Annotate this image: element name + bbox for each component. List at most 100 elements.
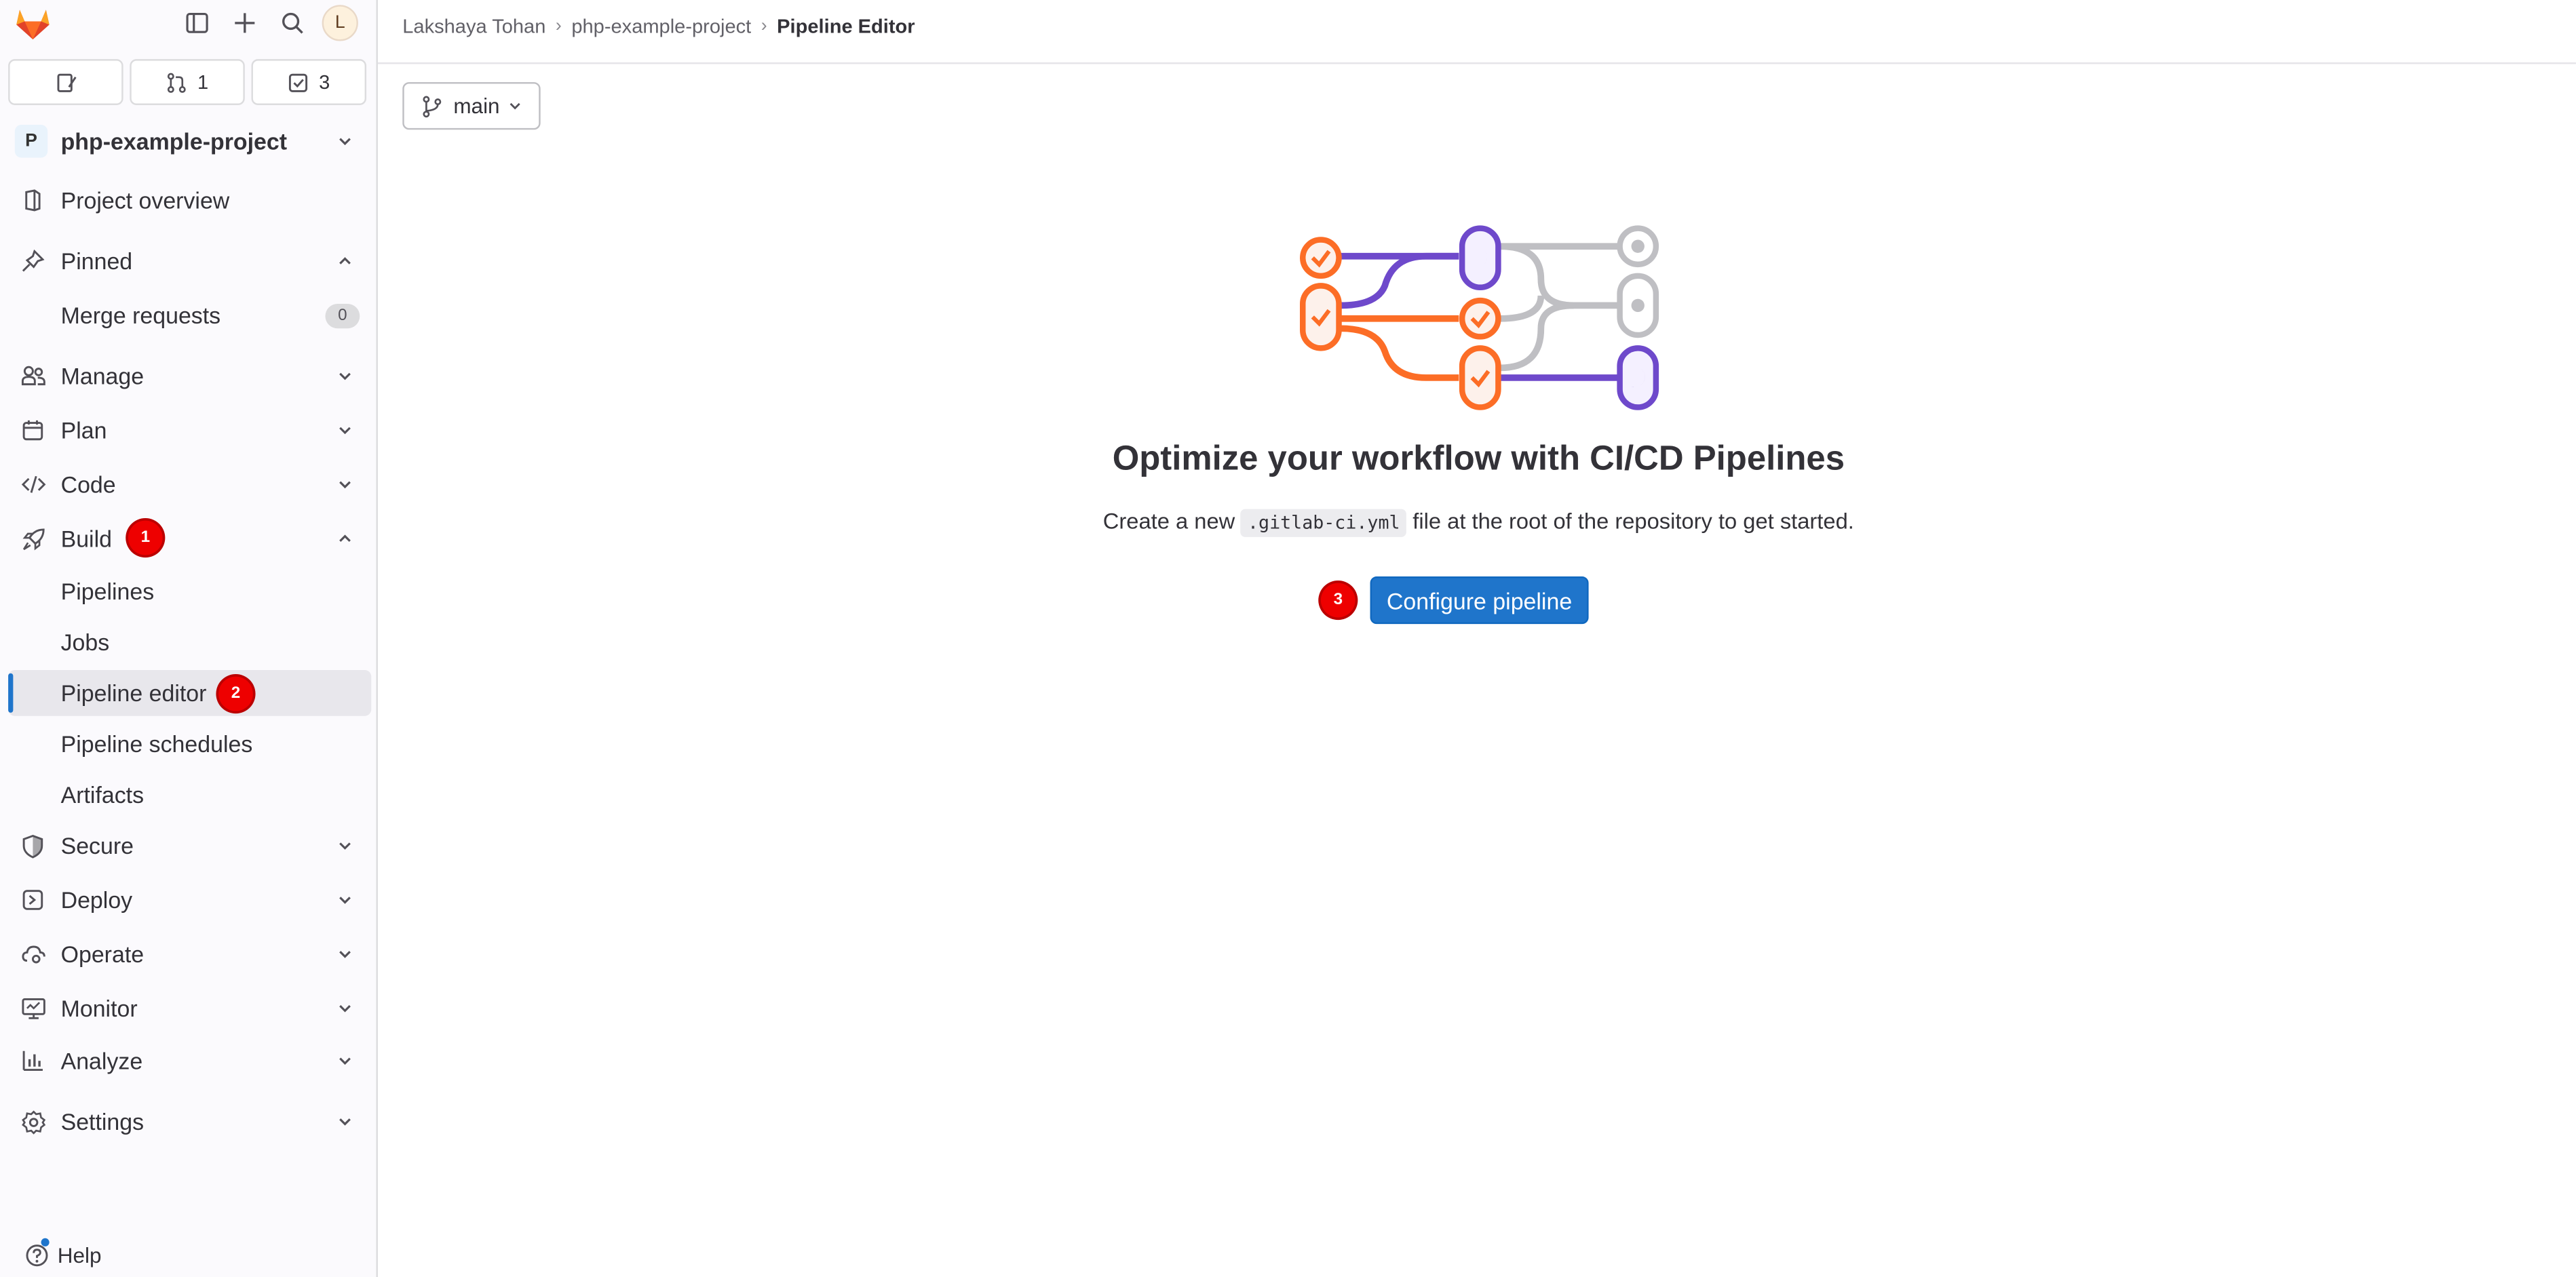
gear-icon (20, 1109, 46, 1135)
project-avatar: P (14, 125, 48, 158)
nav-label: Operate (60, 941, 145, 968)
nav-deploy[interactable]: Deploy (8, 877, 370, 923)
nav-label: Pipelines (60, 578, 155, 605)
nav-artifacts[interactable]: Artifacts (8, 772, 371, 818)
nav-label: Deploy (60, 886, 133, 913)
chevron-down-icon (339, 1118, 351, 1126)
nav-pipeline-schedules[interactable]: Pipeline schedules (8, 721, 371, 767)
nav-secure[interactable]: Secure (8, 823, 370, 869)
nav-label: Pipeline editor (60, 680, 207, 707)
breadcrumb-current[interactable]: Pipeline Editor (777, 15, 915, 38)
nav-jobs[interactable]: Jobs (8, 619, 371, 665)
nav-label: Monitor (60, 995, 138, 1022)
nav-label: Manage (60, 363, 145, 389)
gitlab-logo-icon[interactable] (12, 1, 54, 44)
project-switcher[interactable]: P php-example-project (8, 118, 370, 164)
step-badge-1: 1 (128, 520, 163, 555)
nav-label: Pipeline schedules (60, 730, 253, 758)
chevron-down-icon (339, 1005, 351, 1013)
header-divider (377, 62, 2576, 64)
nav-manage[interactable]: Manage (8, 353, 370, 399)
desc-text: Create a new (1102, 509, 1242, 534)
branch-icon (423, 95, 442, 117)
nav-code[interactable]: Code (8, 461, 370, 507)
bar-chart-icon (20, 1048, 46, 1074)
nav-label: Code (60, 471, 116, 498)
issues-button[interactable] (8, 59, 123, 105)
chevron-down-icon (339, 427, 351, 435)
nav-label: Analyze (60, 1047, 143, 1074)
counts-bar: 1 3 (8, 59, 366, 105)
deploy-icon (20, 887, 46, 913)
nav-pinned[interactable]: Pinned (8, 238, 370, 284)
shield-icon (20, 833, 46, 859)
nav-plan[interactable]: Plan (8, 408, 370, 454)
nav-label: Secure (60, 832, 134, 859)
cloud-gear-icon (20, 941, 46, 968)
branch-label: main (453, 94, 500, 119)
project-icon (20, 187, 46, 214)
merge-requests-button[interactable]: 1 (130, 59, 245, 105)
step-badge-2: 2 (218, 676, 253, 711)
chevron-down-icon (510, 102, 521, 110)
branch-selector[interactable]: main (402, 82, 541, 130)
help-label: Help (57, 1242, 102, 1268)
project-name: php-example-project (60, 127, 288, 155)
search-icon[interactable] (277, 8, 307, 38)
breadcrumb-separator-icon: › (555, 16, 562, 37)
todos-count: 3 (319, 71, 330, 94)
gitlab-ci-filename: .gitlab-ci.yml (1241, 509, 1407, 537)
rocket-icon (20, 526, 46, 552)
nav-pipeline-editor[interactable]: Pipeline editor (8, 669, 372, 716)
chevron-down-icon (339, 1057, 351, 1065)
breadcrumb: Lakshaya Tohan › php-example-project › P… (402, 15, 915, 38)
help-button[interactable]: Help (24, 1238, 102, 1271)
nav-merge-requests[interactable]: Merge requests 0 (8, 292, 371, 338)
user-avatar[interactable]: L (322, 5, 358, 41)
nav-settings[interactable]: Settings (8, 1099, 370, 1145)
issues-icon (56, 73, 76, 92)
breadcrumb-separator-icon: › (761, 16, 767, 37)
merge-requests-count: 1 (197, 71, 209, 94)
nav-label: Build (60, 525, 113, 552)
code-icon (20, 471, 46, 498)
chevron-up-icon (339, 534, 351, 542)
nav-pipelines[interactable]: Pipelines (8, 568, 371, 614)
nav-label: Settings (60, 1108, 145, 1135)
monitor-icon (20, 995, 46, 1021)
nav-operate[interactable]: Operate (8, 931, 370, 977)
nav-monitor[interactable]: Monitor (8, 985, 370, 1032)
calendar-icon (20, 417, 46, 444)
merge-requests-count-pill: 0 (325, 302, 360, 328)
nav-label: Merge requests (60, 302, 221, 329)
todos-button[interactable]: 3 (251, 59, 366, 105)
sidebar: L 1 3 P php-example-project Project over… (0, 0, 378, 1277)
empty-state-description: Create a new .gitlab-ci.yml file at the … (920, 509, 2037, 537)
breadcrumb-project[interactable]: php-example-project (571, 15, 751, 38)
step-badge-3: 3 (1320, 583, 1356, 618)
chevron-down-icon (339, 481, 351, 489)
desc-text: file at the root of the repository to ge… (1406, 509, 1854, 534)
sidebar-toggle-icon[interactable] (182, 8, 212, 38)
merge-request-icon (168, 72, 187, 92)
chevron-down-icon (339, 138, 351, 146)
nav-build[interactable]: Build (8, 515, 370, 562)
todo-checkbox-icon (289, 73, 308, 92)
nav-label: Pinned (60, 248, 133, 275)
notification-dot (41, 1238, 50, 1246)
nav-label: Project overview (60, 187, 230, 214)
nav-analyze[interactable]: Analyze (8, 1038, 370, 1084)
configure-pipeline-button[interactable]: Configure pipeline (1370, 576, 1589, 625)
plus-icon[interactable] (230, 8, 260, 38)
chevron-down-icon (339, 897, 351, 904)
nav-label: Jobs (60, 629, 110, 656)
chevron-down-icon (339, 842, 351, 850)
users-icon (20, 363, 46, 389)
nav-project-overview[interactable]: Project overview (8, 178, 370, 224)
nav-label: Plan (60, 417, 107, 444)
chevron-down-icon (339, 372, 351, 380)
sidebar-topbar: L (0, 0, 377, 50)
breadcrumb-owner[interactable]: Lakshaya Tohan (402, 15, 545, 38)
nav-label: Artifacts (60, 781, 145, 808)
chevron-up-icon (339, 257, 351, 264)
